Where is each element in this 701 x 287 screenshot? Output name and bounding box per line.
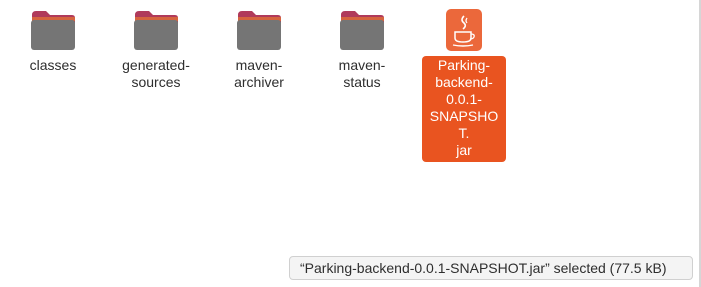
item-label: Parking- backend- 0.0.1- SNAPSHOT. jar bbox=[422, 56, 506, 162]
folder-maven-status[interactable]: maven- status bbox=[316, 6, 408, 94]
item-label: maven- status bbox=[338, 57, 386, 90]
selection-status: “Parking-backend-0.0.1-SNAPSHOT.jar” sel… bbox=[289, 256, 693, 280]
folder-generated-sources[interactable]: generated- sources bbox=[110, 6, 202, 94]
item-label: classes bbox=[29, 57, 77, 73]
file-view: classes generated- sources maven- archiv… bbox=[0, 0, 701, 287]
file-parking-backend-jar[interactable]: Parking- backend- 0.0.1- SNAPSHOT. jar bbox=[418, 6, 510, 162]
folder-icon bbox=[132, 6, 180, 54]
item-label: maven- archiver bbox=[234, 57, 284, 90]
folder-icon bbox=[29, 6, 77, 54]
folder-maven-archiver[interactable]: maven- archiver bbox=[213, 6, 305, 94]
java-jar-icon bbox=[440, 6, 488, 54]
folder-icon bbox=[338, 6, 386, 54]
folder-classes[interactable]: classes bbox=[7, 6, 99, 77]
item-label: generated- sources bbox=[122, 57, 190, 90]
folder-icon bbox=[235, 6, 283, 54]
